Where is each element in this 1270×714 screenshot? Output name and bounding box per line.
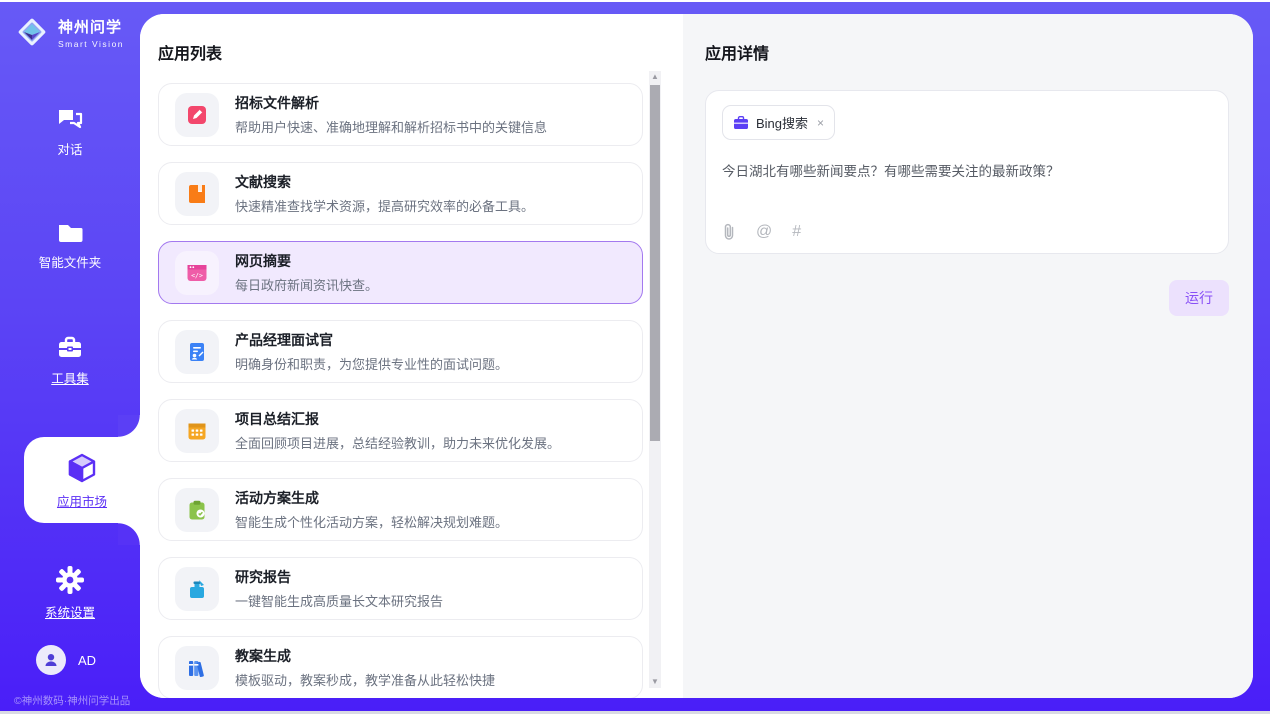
scroll-down-icon[interactable]: ▼ [649, 676, 661, 688]
app-title: 网页摘要 [235, 251, 378, 271]
paperclip-icon[interactable] [722, 223, 736, 241]
toolbox-icon [56, 335, 84, 361]
brand-name-en: Smart Vision [58, 39, 124, 49]
brand-logo: 神州问学 Smart Vision [0, 14, 124, 50]
app-title: 教案生成 [235, 646, 495, 666]
window-top-edge [0, 0, 1270, 2]
app-card-project-report[interactable]: 项目总结汇报 全面回顾项目进展，总结经验教训，助力未来优化发展。 [158, 399, 643, 462]
app-card-pm-interviewer[interactable]: 产品经理面试官 明确身份和职责，为您提供专业性的面试问题。 [158, 320, 643, 383]
app-title: 活动方案生成 [235, 488, 508, 508]
app-list-panel: 应用列表 招标文件解析 帮助用户快速、准确地理解和解析招标书中的关键信息 [140, 14, 683, 698]
bid-document-icon [175, 93, 219, 137]
tool-tag-label: Bing搜索 [756, 113, 808, 132]
sidebar-item-app-market[interactable]: 应用市场 [24, 437, 140, 523]
clipboard-check-icon [175, 488, 219, 532]
app-detail-title: 应用详情 [683, 14, 1253, 64]
tool-tag-bing-search[interactable]: Bing搜索 × [722, 105, 835, 140]
brand-name-cn: 神州问学 [58, 16, 124, 37]
sidebar-item-label: 工具集 [51, 368, 89, 387]
app-title: 研究报告 [235, 567, 443, 587]
mention-icon[interactable]: @ [756, 223, 772, 241]
sidebar-item-label: 系统设置 [45, 602, 95, 621]
briefcase-icon [733, 116, 749, 130]
run-button[interactable]: 运行 [1169, 280, 1229, 316]
app-title: 产品经理面试官 [235, 330, 508, 350]
interview-doc-icon [175, 330, 219, 374]
app-desc: 智能生成个性化活动方案，轻松解决规划难题。 [235, 512, 508, 531]
app-detail-panel: 应用详情 Bing搜索 × 今日湖北有哪些新闻要点？有哪些需要关注的最新政策？ [683, 14, 1253, 698]
book-icon [175, 172, 219, 216]
prompt-card[interactable]: Bing搜索 × 今日湖北有哪些新闻要点？有哪些需要关注的最新政策？ @ # [705, 90, 1229, 254]
sidebar-item-label: 对话 [57, 139, 82, 158]
sidebar-nav: 对话 智能文件夹 工具集 [0, 50, 140, 621]
diamond-logo-icon [14, 14, 50, 50]
app-card-web-summary[interactable]: </> 网页摘要 每日政府新闻资讯快查。 [158, 241, 643, 304]
app-card-lesson-plan[interactable]: 教案生成 模板驱动，教案秒成，教学准备从此轻松快捷 [158, 636, 643, 698]
app-card-research-report[interactable]: 研究报告 一键智能生成高质量长文本研究报告 [158, 557, 643, 620]
app-title: 文献搜索 [235, 172, 534, 192]
sidebar-item-label: 应用市场 [57, 491, 107, 510]
tag-close-icon[interactable]: × [817, 116, 824, 130]
main-content: 应用列表 招标文件解析 帮助用户快速、准确地理解和解析招标书中的关键信息 [140, 14, 1253, 698]
ink-report-icon [175, 567, 219, 611]
sidebar-item-settings[interactable]: 系统设置 [0, 565, 140, 621]
attachment-toolbar: @ # [722, 223, 1212, 241]
app-desc: 每日政府新闻资讯快查。 [235, 275, 378, 294]
user-name: AD [78, 653, 96, 668]
books-icon [175, 646, 219, 690]
sidebar-item-smart-folder[interactable]: 智能文件夹 [0, 221, 140, 271]
list-scrollbar[interactable]: ▲ ▼ [649, 71, 661, 688]
calendar-icon [175, 409, 219, 453]
folder-icon [56, 221, 84, 245]
sidebar: 神州问学 Smart Vision 对话 智能文件夹 [0, 0, 140, 714]
app-desc: 明确身份和职责，为您提供专业性的面试问题。 [235, 354, 508, 373]
query-text[interactable]: 今日湖北有哪些新闻要点？有哪些需要关注的最新政策？ [722, 160, 1212, 180]
chat-icon [56, 106, 84, 132]
copyright-text: ©神州数码·神州问学出品 [14, 693, 140, 708]
avatar [36, 645, 66, 675]
scrollbar-thumb[interactable] [650, 85, 660, 441]
app-title: 项目总结汇报 [235, 409, 560, 429]
gear-icon [55, 565, 85, 595]
browser-code-icon: </> [175, 251, 219, 295]
app-desc: 快速精准查找学术资源，提高研究效率的必备工具。 [235, 196, 534, 215]
app-desc: 帮助用户快速、准确地理解和解析招标书中的关键信息 [235, 117, 547, 136]
app-card-event-plan[interactable]: 活动方案生成 智能生成个性化活动方案，轻松解决规划难题。 [158, 478, 643, 541]
app-card-literature-search[interactable]: 文献搜索 快速精准查找学术资源，提高研究效率的必备工具。 [158, 162, 643, 225]
scroll-up-icon[interactable]: ▲ [649, 71, 661, 83]
user-account[interactable]: AD [36, 645, 140, 675]
cube-icon [67, 452, 97, 484]
hash-icon[interactable]: # [792, 223, 801, 241]
sidebar-item-label: 智能文件夹 [39, 252, 102, 271]
svg-text:</>: </> [191, 271, 203, 279]
app-desc: 全面回顾项目进展，总结经验教训，助力未来优化发展。 [235, 433, 560, 452]
app-list-title: 应用列表 [140, 14, 683, 64]
sidebar-item-toolset[interactable]: 工具集 [0, 335, 140, 387]
app-title: 招标文件解析 [235, 93, 547, 113]
app-card-bid-analysis[interactable]: 招标文件解析 帮助用户快速、准确地理解和解析招标书中的关键信息 [158, 83, 643, 146]
app-list: 招标文件解析 帮助用户快速、准确地理解和解析招标书中的关键信息 文献搜索 快速精… [140, 69, 683, 698]
app-desc: 模板驱动，教案秒成，教学准备从此轻松快捷 [235, 670, 495, 689]
app-desc: 一键智能生成高质量长文本研究报告 [235, 591, 443, 610]
sidebar-item-chat[interactable]: 对话 [0, 106, 140, 158]
